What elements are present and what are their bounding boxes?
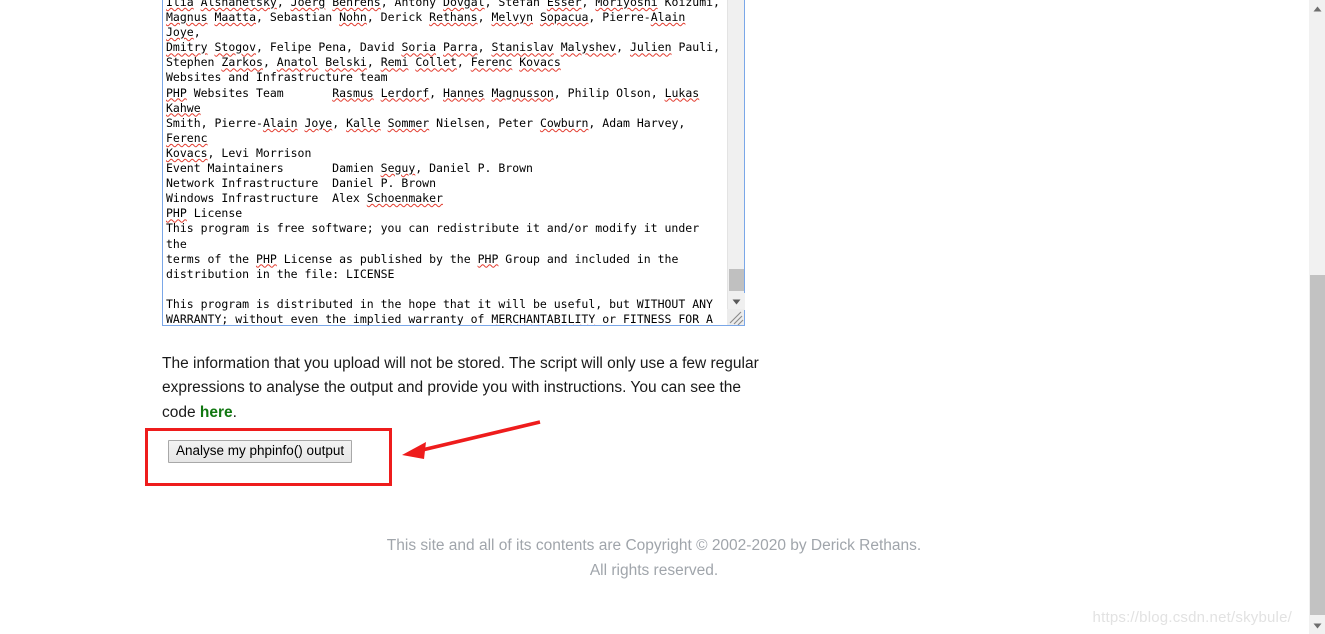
csdn-watermark: https://blog.csdn.net/skybule/ <box>1092 609 1292 626</box>
site-footer: This site and all of its contents are Co… <box>0 534 1308 583</box>
page-content: Ilia Alshanetsky, Joerg Behrens, Antony … <box>0 0 1310 634</box>
textarea-text-viewport[interactable]: Ilia Alshanetsky, Joerg Behrens, Antony … <box>163 0 726 325</box>
scroll-down-arrow-icon[interactable] <box>728 293 745 310</box>
scroll-down-arrow-icon[interactable] <box>1309 617 1325 634</box>
textarea-scrollbar-thumb[interactable] <box>729 269 744 291</box>
phpinfo-output-textarea[interactable]: Ilia Alshanetsky, Joerg Behrens, Antony … <box>162 0 745 326</box>
browser-vertical-scrollbar[interactable] <box>1308 0 1325 634</box>
info-paragraph-text-after: . <box>232 403 237 421</box>
here-link[interactable]: here <box>200 404 233 421</box>
info-paragraph-text-before: The information that you upload will not… <box>162 355 759 421</box>
scroll-up-arrow-icon[interactable] <box>1309 0 1325 17</box>
textarea-scrollbar[interactable] <box>727 0 745 325</box>
analyse-phpinfo-button[interactable]: Analyse my phpinfo() output <box>168 440 353 463</box>
footer-line-2: All rights reserved. <box>589 561 719 579</box>
browser-scrollbar-thumb[interactable] <box>1310 275 1325 615</box>
info-paragraph: The information that you upload will not… <box>162 352 762 425</box>
resize-grip-icon[interactable] <box>727 309 744 325</box>
textarea-content[interactable]: Ilia Alshanetsky, Joerg Behrens, Antony … <box>166 0 722 325</box>
footer-line-1: This site and all of its contents are Co… <box>386 537 922 554</box>
